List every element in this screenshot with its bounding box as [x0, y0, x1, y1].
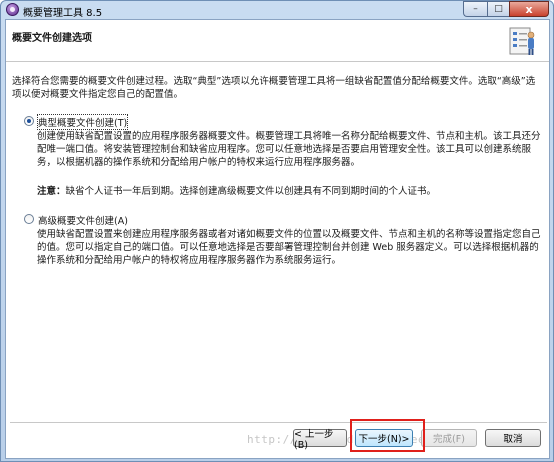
advanced-option-description: 使用缺省配置设置来创建应用程序服务器或者对诸如概要文件的位置以及概要文件、节点和… — [37, 229, 541, 266]
typical-radio[interactable] — [24, 116, 34, 126]
minimize-button[interactable]: – — [463, 1, 487, 17]
intro-text: 选择符合您需要的概要文件创建过程。选取“典型”选项以允许概要管理工具将一组缺省配… — [12, 76, 536, 100]
footer-divider — [10, 422, 547, 423]
close-button[interactable]: x — [509, 1, 549, 17]
back-button[interactable]: < 上一步(B) — [293, 429, 347, 451]
typical-option-description: 创建使用缺省配置设置的应用程序服务器概要文件。概要管理工具将唯一名称分配给概要文… — [37, 131, 541, 168]
advanced-option-label[interactable]: 高级概要文件创建(A) — [38, 213, 128, 227]
window-title: 概要管理工具 8.5 — [23, 8, 103, 19]
wizard-client-area: 概要文件创建选项 选择符合您需要的概要文件创建过程。选取“典型”选项以允许概要管… — [5, 19, 550, 459]
page-title: 概要文件创建选项 — [12, 33, 92, 44]
title-bar[interactable]: 概要管理工具 8.5 – □ x — [1, 1, 553, 19]
typical-option-label[interactable]: 典型概要文件创建(T) — [36, 114, 129, 130]
maximize-button[interactable]: □ — [487, 1, 509, 17]
window-controls: – □ x — [463, 1, 549, 17]
highlight-box — [350, 419, 425, 452]
finish-button[interactable]: 完成(F) — [421, 429, 477, 447]
document-checklist-icon — [509, 27, 535, 55]
note-text: 缺省个人证书一年后到期。选择创建高级概要文件以创建具有不同到期时间的个人证书。 — [65, 186, 437, 197]
advanced-radio[interactable] — [24, 214, 34, 224]
app-logo-icon — [6, 3, 19, 16]
typical-option-note: 注意：缺省个人证书一年后到期。选择创建高级概要文件以创建具有不同到期时间的个人证… — [37, 183, 436, 197]
wizard-banner: 概要文件创建选项 — [6, 20, 549, 62]
cancel-button[interactable]: 取消 — [485, 429, 541, 447]
note-label: 注意： — [37, 186, 66, 197]
wizard-window: 概要管理工具 8.5 – □ x 概要文件创建选项 选择符合您需要的概要文件创建… — [0, 0, 554, 462]
